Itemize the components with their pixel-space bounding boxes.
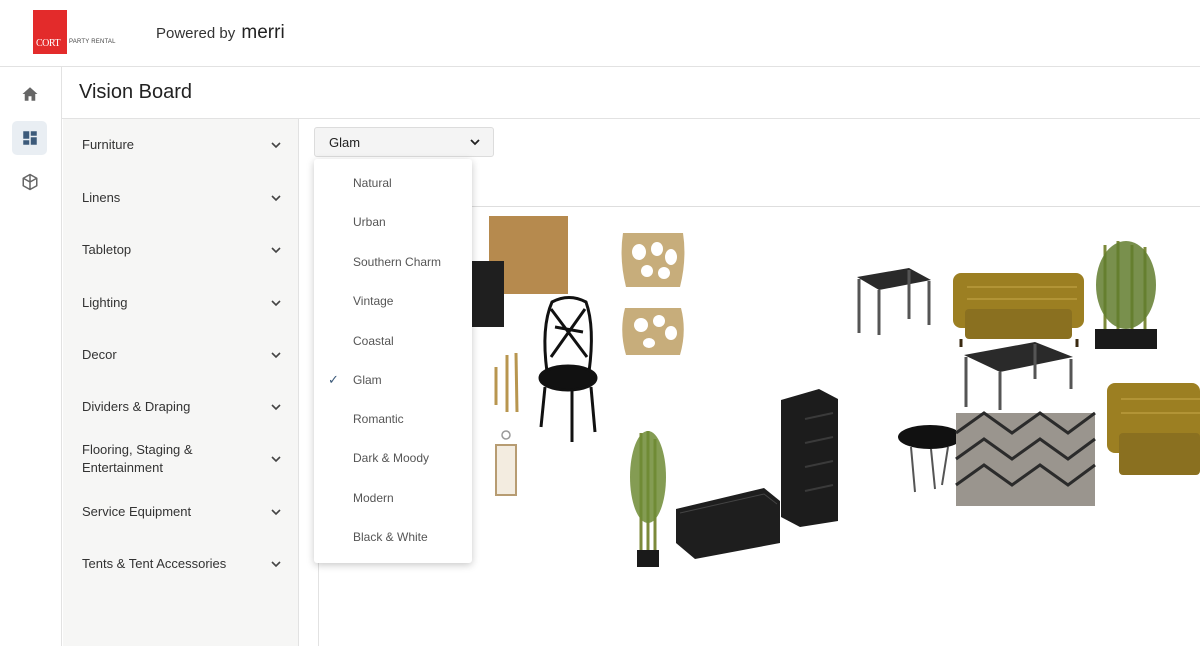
option-label: Dark & Moody	[353, 450, 430, 465]
style-option-black-white[interactable]: Black & White	[314, 517, 472, 556]
cube-icon	[22, 173, 37, 191]
category-label: Flooring, Staging & Entertainment	[82, 442, 193, 475]
chevron-down-icon	[271, 195, 281, 202]
option-label: Coastal	[353, 333, 394, 348]
lantern-image[interactable]	[495, 430, 517, 496]
logo-subtitle: PARTY RENTAL	[69, 39, 116, 45]
category-label: Decor	[82, 347, 117, 362]
option-label: Modern	[353, 490, 394, 505]
gold-sofa-image[interactable]	[953, 273, 1084, 347]
category-label: Linens	[82, 190, 121, 205]
chevron-down-icon	[271, 561, 281, 568]
fur-stool-image[interactable]	[898, 425, 962, 493]
check-icon: ✓	[328, 371, 339, 387]
gold-flatware-image[interactable]	[494, 352, 519, 413]
category-label: Dividers & Draping	[82, 399, 191, 414]
chevron-down-icon	[271, 404, 281, 411]
logo-text: CORT	[36, 38, 61, 49]
chevron-down-icon	[271, 247, 281, 254]
black-coffee-table-image[interactable]	[964, 342, 1073, 410]
option-label: Black & White	[353, 529, 428, 544]
style-option-modern[interactable]: Modern	[314, 478, 472, 517]
style-option-dark-moody[interactable]: Dark & Moody	[314, 438, 472, 477]
nav-rail	[0, 67, 62, 646]
chevron-down-icon	[271, 352, 281, 359]
bamboo-plant-image[interactable]	[630, 431, 666, 567]
category-linens[interactable]: Linens	[82, 189, 282, 207]
home-icon	[22, 87, 37, 101]
style-select-value: Glam	[329, 134, 361, 150]
category-label: Service Equipment	[82, 504, 192, 519]
option-label: Vintage	[353, 293, 394, 308]
gold-stool-image[interactable]	[621, 233, 685, 287]
category-furniture[interactable]: Furniture	[82, 136, 282, 154]
category-dividers-draping[interactable]: Dividers & Draping	[82, 398, 282, 416]
style-select[interactable]: Glam	[314, 127, 494, 157]
style-option-coastal[interactable]: Coastal	[314, 321, 472, 360]
category-label: Tabletop	[82, 242, 132, 257]
powered-by-label: Powered by	[156, 25, 236, 42]
bamboo-planter-image[interactable]	[1095, 241, 1157, 349]
option-label: Glam	[353, 372, 382, 387]
chevron-down-icon	[271, 300, 281, 307]
patterned-rug-image[interactable]	[955, 411, 1096, 506]
category-decor[interactable]: Decor	[82, 346, 282, 364]
style-option-romantic[interactable]: Romantic	[314, 399, 472, 438]
option-label: Urban	[353, 214, 386, 229]
chevron-down-icon	[271, 509, 281, 516]
chevron-down-icon	[470, 139, 480, 146]
style-option-natural[interactable]: Natural	[314, 163, 472, 202]
category-label: Lighting	[82, 295, 128, 310]
category-label: Furniture	[82, 137, 135, 152]
merri-brand: merri	[241, 22, 285, 43]
style-option-glam[interactable]: ✓ Glam	[314, 360, 472, 399]
rail-home-button[interactable]	[12, 77, 47, 111]
category-tabletop[interactable]: Tabletop	[82, 241, 282, 259]
category-service-equipment[interactable]: Service Equipment	[82, 503, 282, 521]
category-tents[interactable]: Tents & Tent Accessories	[82, 555, 282, 573]
category-sidebar: Furniture Linens Tabletop Lighting Decor…	[63, 119, 299, 646]
option-label: Natural	[353, 175, 392, 190]
cort-logo[interactable]: CORT	[33, 10, 67, 54]
black-credenza-image[interactable]	[676, 488, 780, 559]
option-label: Romantic	[353, 411, 404, 426]
black-side-table-image[interactable]	[857, 268, 931, 335]
option-label: Southern Charm	[353, 254, 442, 269]
gold-sofa-image-2[interactable]	[1107, 383, 1200, 475]
black-chair-image[interactable]	[538, 296, 598, 443]
top-bar: CORT PARTY RENTAL Powered by merri	[0, 0, 1200, 67]
page-title: Vision Board	[79, 81, 193, 103]
style-option-southern-charm[interactable]: Southern Charm	[314, 242, 472, 281]
style-option-vintage[interactable]: Vintage	[314, 281, 472, 320]
category-label: Tents & Tent Accessories	[82, 556, 227, 571]
dashboard-icon	[22, 131, 37, 145]
category-lighting[interactable]: Lighting	[82, 294, 282, 312]
category-flooring-staging[interactable]: Flooring, Staging & Entertainment	[82, 441, 282, 477]
black-shelf-image[interactable]	[781, 389, 838, 527]
black-pedestal-image[interactable]	[472, 261, 504, 327]
style-dropdown-menu: Natural Urban Southern Charm Vintage Coa…	[314, 159, 472, 563]
rail-dashboard-button[interactable]	[12, 121, 47, 155]
chevron-down-icon	[271, 456, 281, 463]
powered-by: Powered by merri	[156, 22, 285, 44]
gold-stool-image-2[interactable]	[622, 308, 684, 355]
chevron-down-icon	[271, 142, 281, 149]
rail-cube-button[interactable]	[12, 165, 47, 199]
style-option-urban[interactable]: Urban	[314, 202, 472, 241]
